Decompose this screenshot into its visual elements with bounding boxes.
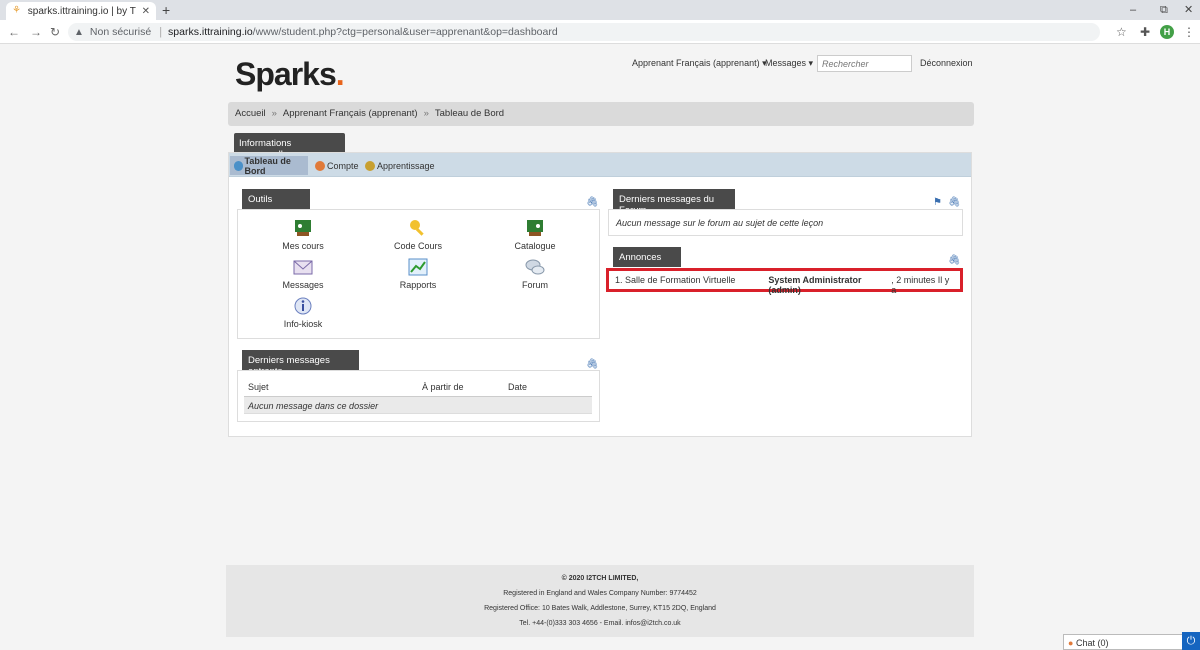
tool-label: Forum — [521, 280, 548, 290]
logo-text: Sparks — [235, 56, 337, 92]
paperclip-icon[interactable]: 🖇 — [586, 197, 599, 208]
sparks-logo[interactable]: Sparks. — [235, 56, 345, 93]
tool-label: Code Cours — [393, 241, 443, 251]
dashboard-icon — [234, 160, 243, 171]
tab-account-label: Compte — [327, 160, 359, 171]
tool-catalog[interactable]: Catalogue — [490, 218, 580, 251]
announcement-author: System Administrator (admin) — [768, 275, 862, 295]
user-menu[interactable]: Apprenant Français (apprenant) ▾ — [632, 56, 767, 72]
messages-menu-label: Messages — [765, 58, 807, 68]
announcement-title[interactable]: 1. Salle de Formation Virtuelle — [615, 275, 768, 285]
breadcrumb: Accueil » Apprenant Français (apprenant) » T… — [228, 102, 974, 126]
inbox-empty-row: Aucun message dans ce dossier — [244, 396, 592, 414]
footer-copyright: © 2020 I2TCH LIMITED, — [561, 575, 639, 582]
logout-link[interactable]: Déconnexion — [920, 56, 973, 72]
tab-learning[interactable]: Apprentissage — [361, 156, 439, 175]
logo-dot: . — [335, 56, 345, 92]
tool-label: Mes cours — [282, 241, 324, 251]
tools-title: Outils — [242, 189, 310, 209]
forum-add-icon[interactable]: ⚑ — [933, 197, 942, 208]
back-icon[interactable]: ← — [8, 24, 20, 40]
speech-bubbles-icon — [525, 259, 545, 275]
inbox-title: Derniers messages entrants — [242, 350, 359, 377]
tool-forum[interactable]: Forum — [490, 257, 580, 290]
extensions-icon[interactable]: ✚ — [1140, 24, 1150, 40]
tool-info-kiosk[interactable]: Info-kiosk — [258, 296, 348, 329]
address-bar[interactable]: ▲ Non sécurisé | sparks.ittraining.io /w… — [68, 23, 1100, 41]
messages-menu[interactable]: Messages ▾ — [765, 56, 813, 72]
insecure-label: Non sécurisé — [89, 26, 152, 38]
chat-user-icon: ● — [1068, 638, 1074, 648]
col-date[interactable]: Date — [508, 382, 527, 392]
learning-icon — [365, 160, 375, 171]
paperclip-icon[interactable]: 🖇 — [948, 255, 961, 266]
tool-my-courses[interactable]: Mes cours — [258, 218, 348, 251]
tool-label: Info-kiosk — [283, 319, 323, 329]
search-input[interactable] — [817, 55, 912, 72]
footer: © 2020 I2TCH LIMITED, Registered in Engl… — [226, 565, 974, 637]
tool-label: Catalogue — [514, 241, 556, 251]
reload-icon[interactable]: ↻ — [50, 24, 60, 40]
maximize-icon[interactable]: ⧉ — [1160, 2, 1168, 18]
browser-tabbar: ⚘ sparks.ittraining.io | by The IT ✕ + –… — [0, 0, 1200, 20]
announcement-row[interactable]: 1. Salle de Formation Virtuelle System A… — [606, 268, 963, 295]
chevron-down-icon: ▾ — [808, 58, 814, 68]
menu-icon[interactable]: ⋮ — [1183, 24, 1195, 40]
breadcrumb-separator: » — [423, 108, 429, 119]
paperclip-icon[interactable]: 🖇 — [948, 197, 961, 208]
footer-contact: Tel. +44-(0)333 303 4656 - Email. infos@… — [519, 620, 681, 627]
url-host: sparks.ittraining.io — [168, 26, 253, 38]
breadcrumb-separator: » — [271, 108, 277, 119]
close-window-icon[interactable]: ✕ — [1184, 2, 1193, 18]
tab-dashboard-label: Tableau de Bord — [244, 155, 291, 176]
footer-office: Registered Office: 10 Bates Walk, Addles… — [484, 605, 716, 612]
warning-icon: ▲ — [74, 26, 84, 38]
tool-messages[interactable]: Messages — [258, 257, 348, 290]
forward-icon[interactable]: → — [30, 24, 42, 40]
breadcrumb-user[interactable]: Apprenant Français (apprenant) — [283, 108, 418, 119]
power-icon[interactable]: ⏻ — [1182, 632, 1200, 650]
chat-widget[interactable]: ● Chat (0) — [1063, 634, 1183, 650]
col-subject[interactable]: Sujet — [248, 382, 269, 392]
breadcrumb-current: Tableau de Bord — [434, 108, 505, 119]
tab-dashboard[interactable]: Tableau de Bord — [230, 155, 308, 176]
minimize-icon[interactable]: – — [1130, 2, 1136, 18]
subtabs-bar: Tableau de Bord Compte Apprentissage — [229, 153, 971, 177]
address-separator: | — [159, 26, 163, 38]
tool-reports[interactable]: Rapports — [373, 257, 463, 290]
site-favicon-icon: ⚘ — [12, 5, 21, 16]
envelope-icon — [293, 260, 313, 275]
chat-label: Chat (0) — [1075, 638, 1109, 648]
browser-tab[interactable]: ⚘ sparks.ittraining.io | by The IT ✕ — [6, 2, 156, 20]
profile-avatar[interactable]: H — [1160, 25, 1174, 39]
star-icon[interactable]: ☆ — [1116, 24, 1127, 40]
user-icon — [315, 160, 325, 171]
user-menu-label: Apprenant Français (apprenant) — [632, 58, 760, 68]
footer-company: Registered in England and Wales Company … — [503, 590, 697, 597]
tab-account[interactable]: Compte — [311, 156, 363, 175]
tool-label: Rapports — [399, 280, 437, 290]
info-icon — [294, 297, 312, 315]
forum-empty: Aucun message sur le forum au sujet de c… — [616, 218, 824, 228]
tool-label: Messages — [282, 280, 324, 290]
tool-course-code[interactable]: Code Cours — [373, 218, 463, 251]
tab-title: sparks.ittraining.io | by The IT — [27, 5, 136, 17]
announcements-title: Annonces — [613, 247, 681, 267]
url-path: /www/student.php?ctg=personal&user=appre… — [252, 26, 558, 38]
forum-title: Derniers messages du Forum — [613, 189, 735, 216]
paperclip-icon[interactable]: 🖇 — [586, 359, 599, 370]
chart-icon — [408, 258, 428, 276]
browser-toolbar: ← → ↻ ▲ Non sécurisé | sparks.ittraining… — [0, 20, 1200, 44]
col-from[interactable]: À partir de — [422, 382, 464, 392]
tab-learning-label: Apprentissage — [377, 160, 435, 171]
breadcrumb-home[interactable]: Accueil — [235, 108, 266, 119]
announcement-time: , 2 minutes Il y a — [891, 275, 950, 295]
courses-board-icon — [295, 220, 311, 236]
close-tab-icon[interactable]: ✕ — [142, 6, 150, 17]
catalog-board-icon — [527, 220, 543, 236]
new-tab-icon[interactable]: + — [162, 2, 170, 18]
key-icon — [410, 220, 424, 236]
personal-info-tab[interactable]: Informations personnelles — [234, 133, 345, 160]
